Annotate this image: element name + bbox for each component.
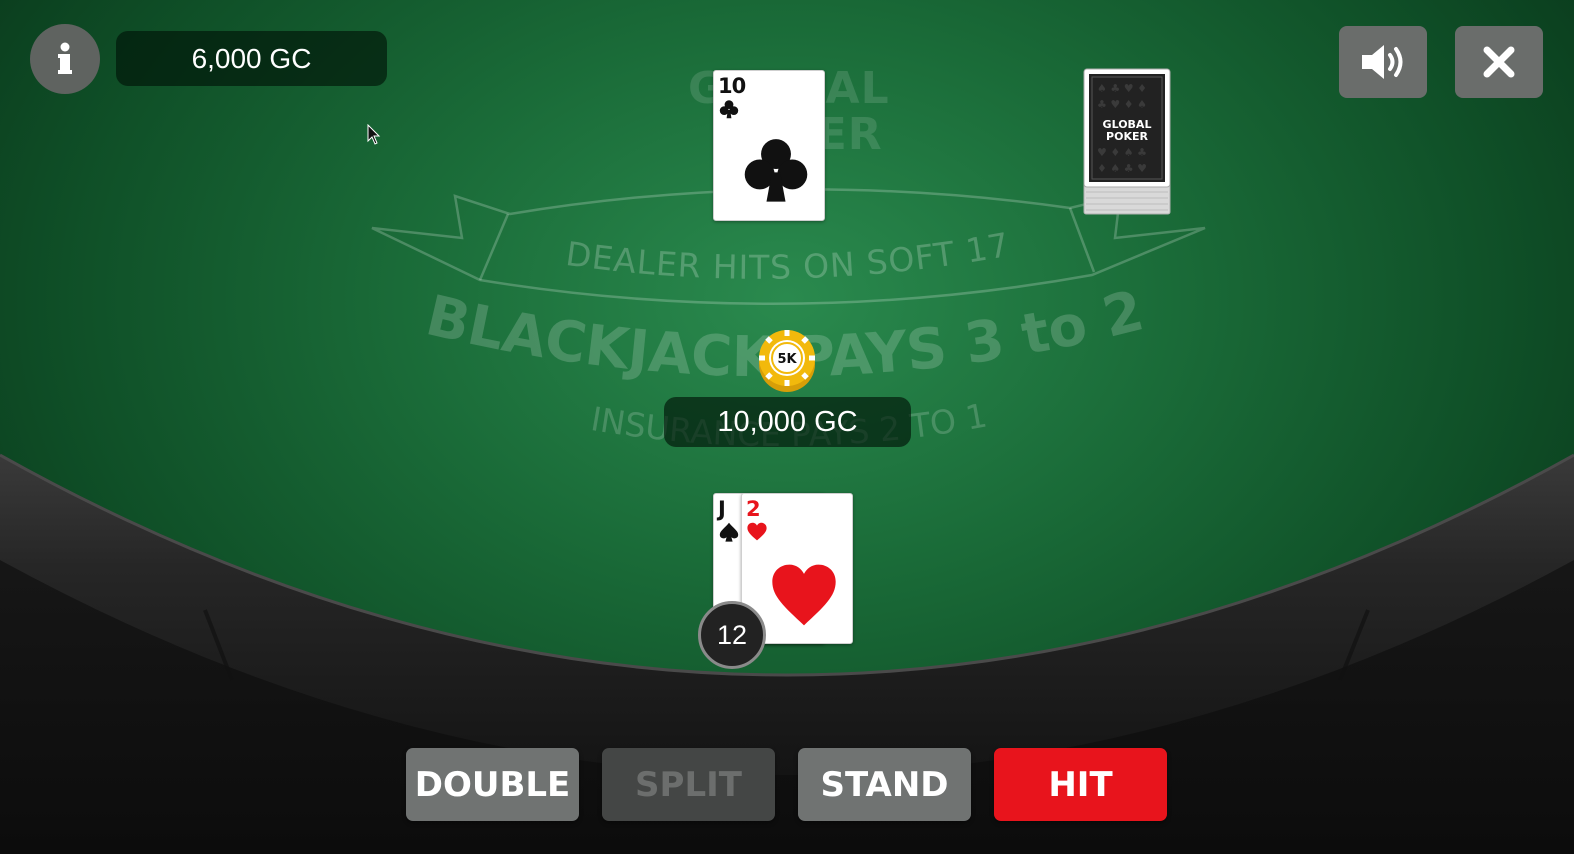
close-icon bbox=[1483, 46, 1515, 78]
split-button[interactable]: SPLIT bbox=[602, 748, 775, 821]
chip-label: 5K bbox=[777, 352, 797, 367]
volume-icon bbox=[1362, 45, 1403, 79]
svg-text:♣ ♥ ♦ ♠: ♣ ♥ ♦ ♠ bbox=[1097, 98, 1147, 111]
card-rank: 2 bbox=[746, 497, 761, 521]
hearts-icon bbox=[747, 522, 767, 541]
close-button[interactable] bbox=[1455, 26, 1543, 98]
info-icon bbox=[58, 42, 72, 74]
svg-text:♦ ♠ ♣ ♥: ♦ ♠ ♣ ♥ bbox=[1097, 162, 1147, 175]
shoe-brand-line2: POKER bbox=[1106, 130, 1148, 143]
spades-icon bbox=[719, 522, 739, 542]
svg-text:♠ ♣ ♥ ♦: ♠ ♣ ♥ ♦ bbox=[1097, 82, 1147, 95]
svg-text:DEALER HITS ON SOFT 17: DEALER HITS ON SOFT 17 bbox=[564, 225, 1013, 287]
card-rank: 10 bbox=[718, 74, 746, 98]
card-shoe: ♠ ♣ ♥ ♦ ♣ ♥ ♦ ♠ ♥ ♦ ♠ ♣ ♦ ♠ ♣ ♥ GLOBAL P… bbox=[1083, 68, 1171, 215]
hearts-icon bbox=[772, 564, 836, 626]
card-rank: J bbox=[718, 497, 726, 521]
bet-chip[interactable]: 5K bbox=[758, 327, 816, 393]
info-button[interactable] bbox=[30, 24, 100, 94]
banner-text: DEALER HITS ON SOFT 17 bbox=[564, 225, 1012, 287]
clubs-icon bbox=[719, 100, 739, 119]
hand-total-badge: 12 bbox=[698, 601, 766, 669]
double-button[interactable]: DOUBLE bbox=[406, 748, 579, 821]
clubs-icon bbox=[744, 139, 808, 202]
svg-text:♥ ♦ ♠ ♣: ♥ ♦ ♠ ♣ bbox=[1097, 146, 1147, 159]
dealer-card: 10 bbox=[713, 70, 825, 221]
stand-button[interactable]: STAND bbox=[798, 748, 971, 821]
balance-display: 6,000 GC bbox=[116, 31, 387, 86]
bet-amount: 10,000 GC bbox=[664, 397, 911, 447]
sound-button[interactable] bbox=[1339, 26, 1427, 98]
hit-button[interactable]: HIT bbox=[994, 748, 1167, 821]
mouse-cursor-icon bbox=[367, 124, 381, 145]
